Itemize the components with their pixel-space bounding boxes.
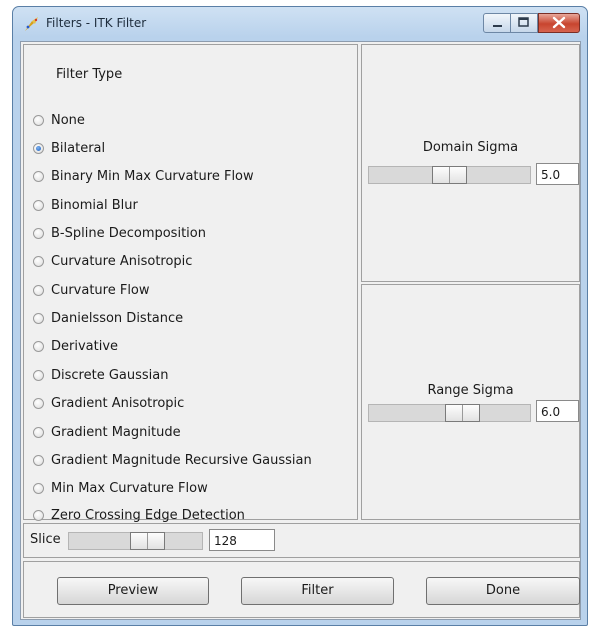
radio-label: Derivative	[51, 338, 119, 354]
filter-type-group: Filter Type None Bilateral Binary Min Ma…	[23, 44, 358, 523]
radio-label: Binomial Blur	[51, 197, 138, 213]
window-title: Filters - ITK Filter	[46, 16, 147, 30]
radio-option-curvature-anisotropic[interactable]: Curvature Anisotropic	[33, 251, 192, 271]
radio-button[interactable]	[33, 369, 44, 381]
radio-option-b-spline-decomposition[interactable]: B-Spline Decomposition	[33, 223, 206, 243]
radio-button[interactable]	[33, 114, 44, 126]
range-sigma-input[interactable]: 6.0	[536, 400, 579, 422]
radio-option-discrete-gaussian[interactable]: Discrete Gaussian	[33, 365, 168, 385]
button-bar: Preview Filter Done	[23, 561, 580, 618]
slice-input[interactable]: 128	[209, 529, 275, 551]
radio-label: Gradient Magnitude	[51, 424, 181, 440]
radio-button[interactable]	[33, 454, 44, 466]
done-button[interactable]: Done	[426, 577, 580, 605]
radio-button[interactable]	[33, 199, 44, 211]
radio-option-gradient-anisotropic[interactable]: Gradient Anisotropic	[33, 393, 184, 413]
radio-label: Min Max Curvature Flow	[51, 480, 208, 496]
close-button[interactable]	[538, 13, 580, 33]
range-sigma-label: Range Sigma	[427, 383, 514, 398]
radio-option-derivative[interactable]: Derivative	[33, 336, 118, 356]
slice-slider[interactable]	[68, 532, 203, 550]
radio-option-danielsson-distance[interactable]: Danielsson Distance	[33, 308, 183, 328]
radio-label: Gradient Anisotropic	[51, 395, 185, 411]
radio-label: Curvature Anisotropic	[51, 253, 193, 269]
minimize-button[interactable]	[483, 13, 511, 33]
radio-button[interactable]	[33, 284, 44, 296]
slider-thumb[interactable]	[130, 532, 165, 550]
minimize-icon	[493, 25, 502, 27]
domain-sigma-slider[interactable]	[368, 166, 531, 184]
radio-label: None	[51, 112, 85, 128]
radio-button[interactable]	[33, 426, 44, 438]
range-sigma-group: Range Sigma 6.0	[361, 284, 580, 520]
radio-button[interactable]	[33, 509, 44, 521]
radio-button[interactable]	[33, 227, 44, 239]
radio-label: B-Spline Decomposition	[51, 225, 206, 241]
radio-button[interactable]	[33, 397, 44, 409]
radio-button[interactable]	[33, 482, 44, 494]
app-icon	[25, 17, 38, 31]
radio-label: Bilateral	[51, 140, 106, 156]
preview-button[interactable]: Preview	[57, 577, 209, 605]
radio-option-binary-min-max-curvature-flow[interactable]: Binary Min Max Curvature Flow	[33, 166, 254, 186]
slider-thumb[interactable]	[432, 166, 467, 184]
domain-sigma-group: Domain Sigma 5.0	[361, 44, 580, 282]
slider-thumb[interactable]	[445, 404, 480, 422]
domain-sigma-label: Domain Sigma	[422, 140, 519, 155]
radio-option-min-max-curvature-flow[interactable]: Min Max Curvature Flow	[33, 478, 208, 498]
title-bar[interactable]: Filters - ITK Filter	[13, 7, 587, 40]
slice-label: Slice	[30, 532, 61, 547]
radio-option-gradient-magnitude[interactable]: Gradient Magnitude	[33, 422, 181, 442]
radio-option-binomial-blur[interactable]: Binomial Blur	[33, 195, 138, 215]
radio-label: Discrete Gaussian	[51, 367, 169, 383]
maximize-icon	[518, 17, 529, 27]
range-sigma-slider[interactable]	[368, 404, 531, 422]
close-icon	[552, 16, 566, 29]
radio-button[interactable]	[33, 340, 44, 352]
filter-button[interactable]: Filter	[241, 577, 394, 605]
radio-button-selected[interactable]	[33, 142, 44, 154]
filters-window: Filters - ITK Filter Filter Type None Bi…	[12, 6, 588, 626]
radio-label: Binary Min Max Curvature Flow	[51, 168, 254, 184]
radio-button[interactable]	[33, 170, 44, 182]
radio-option-gradient-magnitude-recursive-gaussian[interactable]: Gradient Magnitude Recursive Gaussian	[33, 450, 312, 470]
radio-label: Gradient Magnitude Recursive Gaussian	[51, 452, 312, 468]
domain-sigma-input[interactable]: 5.0	[536, 163, 579, 185]
maximize-button[interactable]	[511, 13, 538, 33]
radio-button[interactable]	[33, 255, 44, 267]
radio-label: Danielsson Distance	[51, 310, 184, 326]
radio-option-bilateral[interactable]: Bilateral	[33, 138, 105, 158]
radio-button[interactable]	[33, 312, 44, 324]
radio-option-none[interactable]: None	[33, 110, 85, 130]
filter-type-label: Filter Type	[56, 67, 123, 82]
dialog-body: Filter Type None Bilateral Binary Min Ma…	[20, 41, 581, 620]
radio-label: Zero Crossing Edge Detection	[51, 507, 245, 523]
radio-label: Curvature Flow	[51, 282, 150, 298]
radio-option-curvature-flow[interactable]: Curvature Flow	[33, 280, 150, 300]
radio-option-zero-crossing-edge-detection[interactable]: Zero Crossing Edge Detection	[33, 505, 245, 525]
slice-group: Slice 128	[23, 523, 580, 558]
